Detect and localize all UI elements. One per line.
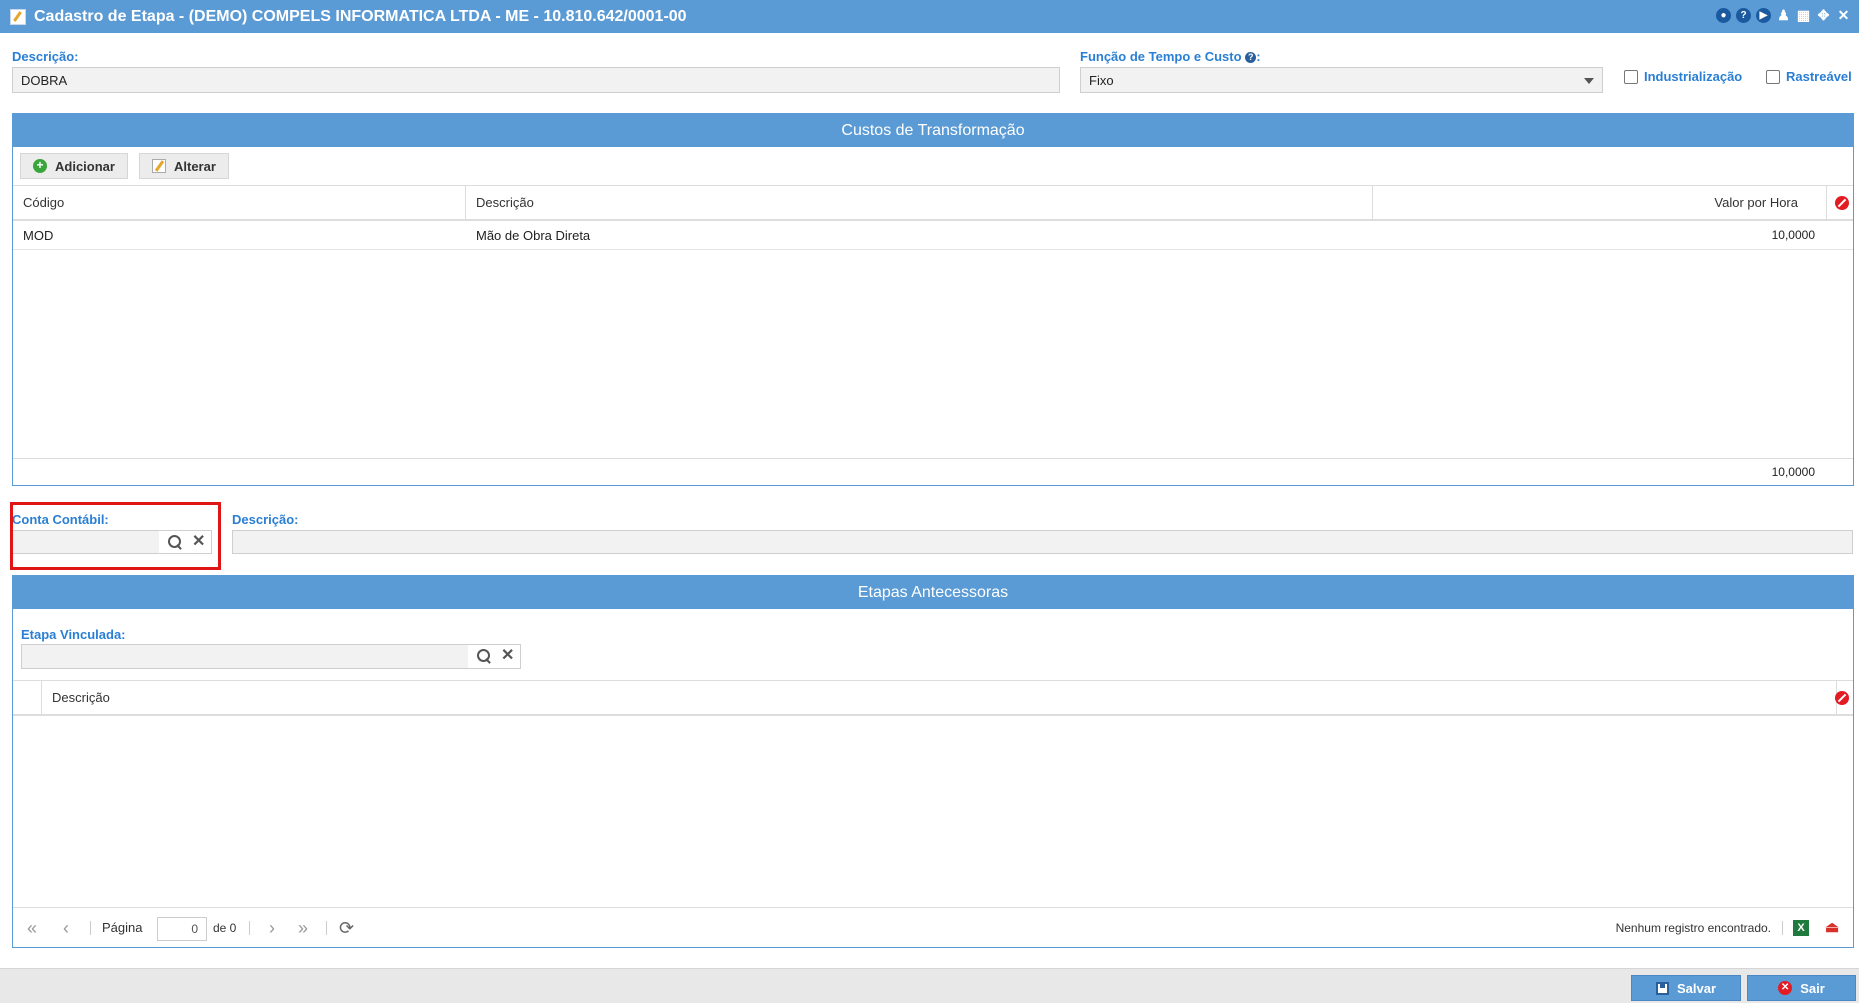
descricao-label: Descrição: [12, 49, 79, 64]
custos-grid-header: Código Descrição Valor por Hora [13, 185, 1853, 221]
exit-icon: ✕ [1778, 981, 1793, 995]
prev-page-icon[interactable]: ‹ [63, 908, 69, 948]
close-icon[interactable]: ✕ [1836, 7, 1851, 23]
next-page-icon[interactable]: › [269, 908, 275, 948]
save-button-label: Salvar [1676, 980, 1717, 996]
industrializacao-checkbox[interactable]: Industrialização [1624, 69, 1742, 84]
bottom-action-bar: Salvar ✕ Sair [0, 968, 1859, 1003]
edit-icon [10, 8, 26, 25]
custos-panel: Custos de Transformação [12, 113, 1854, 486]
custos-total: 10,0000 [1771, 465, 1815, 479]
etapa-vinculada-label: Etapa Vinculada: [21, 627, 126, 642]
conta-descricao-label: Descrição: [232, 512, 299, 527]
page-of-label: de 0 [213, 921, 237, 935]
cell-codigo: MOD [23, 228, 54, 243]
page-label: Página [102, 920, 143, 935]
help-icon[interactable]: ? [1736, 8, 1751, 23]
checkbox-box[interactable] [1766, 69, 1780, 84]
window-titlebar: Cadastro de Etapa - (DEMO) COMPELS INFOR… [0, 0, 1859, 33]
etapa-vinculada-input[interactable]: ✕ [21, 644, 521, 669]
cell-descricao: Mão de Obra Direta [476, 228, 591, 243]
column-header-select[interactable] [13, 681, 42, 715]
last-page-icon[interactable]: » [298, 908, 308, 948]
excel-icon[interactable]: X [1793, 920, 1809, 936]
calendar-icon[interactable]: ▦ [1796, 7, 1811, 23]
column-header-descricao[interactable]: Descrição [42, 681, 1837, 715]
edit-icon [152, 159, 166, 173]
funcao-select-value: Fixo [1089, 73, 1114, 88]
etapas-panel-title: Etapas Antecessoras [13, 576, 1853, 609]
add-button-label: Adicionar [55, 158, 115, 174]
column-header-descricao[interactable]: Descrição [466, 186, 1373, 220]
etapa-vinculada-actions: ✕ [468, 645, 520, 668]
circle-icon[interactable]: ● [1716, 8, 1731, 23]
funcao-label-text: Função de Tempo e Custo [1080, 49, 1242, 64]
window-title: Cadastro de Etapa - (DEMO) COMPELS INFOR… [34, 7, 687, 25]
rastreavel-label: Rastreável [1786, 69, 1852, 84]
first-page-icon[interactable]: « [27, 908, 37, 948]
conta-descricao-input[interactable] [232, 530, 1853, 554]
pager-status: Nenhum registro encontrado. [1615, 921, 1771, 935]
search-icon[interactable] [477, 649, 491, 663]
pager-divider [249, 921, 250, 935]
refresh-icon[interactable]: ⟳ [339, 908, 354, 948]
pager: « ‹ Página 0 de 0 › » ⟳ Nenhum registro … [13, 907, 1853, 947]
custos-panel-title: Custos de Transformação [13, 114, 1853, 147]
add-button[interactable]: + Adicionar [20, 153, 128, 179]
etapas-panel: Etapas Antecessoras [12, 575, 1854, 948]
save-button[interactable]: Salvar [1631, 975, 1741, 1001]
custos-grid-footer: 10,0000 [13, 458, 1853, 485]
chevron-down-icon[interactable] [1584, 78, 1594, 84]
close-icon[interactable]: ✕ [501, 648, 514, 664]
funcao-label: Função de Tempo e Custo ?: [1080, 49, 1261, 64]
conta-contabil-highlight [10, 502, 221, 570]
add-icon: + [33, 159, 47, 173]
rastreavel-checkbox[interactable]: Rastreável [1766, 69, 1852, 84]
pdf-icon[interactable]: ⏏ [1825, 920, 1841, 936]
funcao-select[interactable]: Fixo [1080, 67, 1603, 93]
exit-button[interactable]: ✕ Sair [1747, 975, 1856, 1001]
industrializacao-label: Industrialização [1644, 69, 1743, 84]
help-icon[interactable]: ? [1245, 52, 1257, 63]
pager-divider [326, 921, 327, 935]
edit-button[interactable]: Alterar [139, 153, 229, 179]
exit-button-label: Sair [1800, 980, 1825, 996]
user-icon[interactable]: ♟ [1776, 7, 1791, 23]
funcao-label-colon: : [1256, 49, 1261, 64]
checkbox-box[interactable] [1624, 69, 1638, 84]
window-controls: ● ? ▶ ♟ ▦ ✥ ✕ [1716, 7, 1851, 23]
column-header-valor[interactable]: Valor por Hora [1373, 186, 1827, 220]
descricao-input[interactable]: DOBRA [12, 67, 1060, 93]
page-input[interactable]: 0 [157, 917, 207, 941]
shrink-icon[interactable]: ✥ [1816, 7, 1831, 23]
table-row[interactable]: MOD Mão de Obra Direta 10,0000 [13, 221, 1853, 250]
no-entry-icon[interactable] [1835, 691, 1849, 705]
edit-button-label: Alterar [174, 158, 216, 174]
cell-valor: 10,0000 [1771, 228, 1815, 242]
column-header-codigo[interactable]: Código [13, 186, 466, 220]
pager-divider [1782, 921, 1783, 935]
pager-divider [90, 921, 91, 935]
etapas-grid-header: Descrição [13, 680, 1853, 716]
save-icon [1655, 981, 1669, 995]
no-entry-icon[interactable] [1835, 196, 1849, 210]
play-icon[interactable]: ▶ [1756, 8, 1771, 23]
